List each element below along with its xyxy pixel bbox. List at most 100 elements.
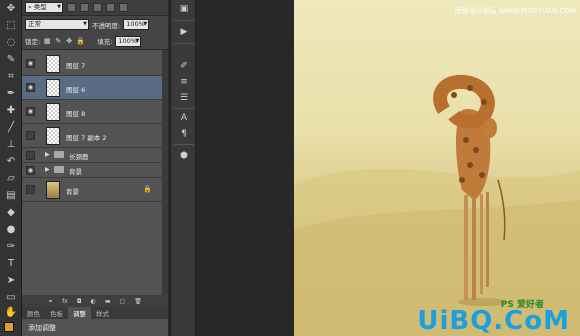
group-name: 背景 bbox=[69, 168, 82, 176]
layer-name: 图层 7 副本 2 bbox=[66, 134, 107, 142]
layer-row[interactable]: ◉ 图层 8 bbox=[22, 100, 162, 124]
desert-scene-image bbox=[294, 74, 580, 336]
gradient-tool-icon[interactable]: ▤ bbox=[3, 189, 19, 203]
layer-thumbnail bbox=[46, 103, 60, 121]
actions-panel-icon[interactable]: ▶ bbox=[178, 26, 190, 38]
type-tool-icon[interactable]: T bbox=[3, 257, 19, 271]
link-layers-icon[interactable]: ⚭ bbox=[48, 298, 53, 305]
brush-panel-icon[interactable]: ✐ bbox=[178, 60, 190, 72]
tab-styles[interactable]: 样式 bbox=[91, 307, 114, 319]
character-panel-icon[interactable]: A bbox=[178, 112, 190, 124]
layer-row[interactable]: 图层 7 副本 2 bbox=[22, 124, 162, 148]
group-row[interactable]: ◉ ▶ 背景 bbox=[22, 163, 162, 178]
chevron-down-icon: ▼ bbox=[83, 21, 87, 27]
visibility-eye-icon[interactable]: ◉ bbox=[26, 107, 35, 116]
opacity-field[interactable]: 100% ▼ bbox=[123, 19, 150, 30]
healing-tool-icon[interactable]: ✚ bbox=[3, 104, 19, 118]
layer-filter-row: ⌕ 类型 ▼ bbox=[22, 0, 168, 16]
chevron-down-icon: ▼ bbox=[135, 37, 140, 44]
layer-row-selected[interactable]: ◉ 图层 6 bbox=[22, 76, 162, 100]
paragraph-panel-icon[interactable]: ¶ bbox=[178, 128, 190, 140]
kind-filter-dropdown[interactable]: ⌕ 类型 ▼ bbox=[25, 2, 63, 13]
lock-transparent-icon[interactable]: ▦ bbox=[43, 37, 51, 45]
history-brush-tool-icon[interactable]: ↶ bbox=[3, 155, 19, 169]
watermark-text: 思缘设计论坛 WWW.MISSYUAN.COM bbox=[454, 7, 577, 15]
fx-icon[interactable]: fx bbox=[62, 298, 68, 305]
stamp-tool-icon[interactable]: ⊥ bbox=[3, 138, 19, 152]
lock-position-icon[interactable]: ✥ bbox=[65, 37, 73, 45]
group-row[interactable]: ▶ 长颈鹿 bbox=[22, 148, 162, 163]
tab-swatches[interactable]: 色板 bbox=[45, 307, 68, 319]
adjustment-layer-icon[interactable]: ◐ bbox=[91, 298, 96, 305]
document-canvas[interactable]: 思缘设计论坛 WWW.MISSYUAN.COM UiBQ.CoM PS 爱好者 bbox=[294, 0, 580, 336]
blend-mode-dropdown[interactable]: 正常 ▼ bbox=[25, 19, 89, 30]
folder-icon bbox=[54, 166, 64, 173]
chevron-down-icon: ▼ bbox=[57, 4, 61, 10]
history-panel-icon[interactable]: ▣ bbox=[178, 3, 190, 15]
folder-icon bbox=[54, 151, 64, 158]
divider bbox=[174, 20, 194, 21]
path-select-tool-icon[interactable]: ➤ bbox=[3, 274, 19, 288]
layers-scrollbar[interactable] bbox=[162, 50, 168, 295]
site-logo: UiBQ.CoM bbox=[417, 306, 570, 336]
crop-tool-icon[interactable]: ⌗ bbox=[3, 70, 19, 84]
filter-type-icon[interactable] bbox=[93, 3, 102, 12]
layers-footer: ⚭ fx ◘ ◐ ▬ ▢ 🗑 bbox=[22, 295, 168, 307]
visibility-toggle-empty[interactable] bbox=[26, 131, 35, 140]
brush-tool-icon[interactable]: ╱ bbox=[3, 121, 19, 135]
fill-field[interactable]: 100% ▼ bbox=[115, 35, 142, 47]
quick-select-tool-icon[interactable]: ✎ bbox=[3, 53, 19, 67]
add-mask-icon[interactable]: ◘ bbox=[77, 298, 82, 305]
filter-smart-icon[interactable] bbox=[119, 3, 128, 12]
workspace-gap bbox=[197, 0, 294, 336]
visibility-toggle-empty[interactable] bbox=[26, 185, 35, 194]
pen-tool-icon[interactable]: ✑ bbox=[3, 240, 19, 254]
tools-toolbar: ✥ ⬚ ◌ ✎ ⌗ ✒ ✚ ╱ ⊥ ↶ ▱ ▤ ◆ ● ✑ T ➤ ▭ ✋ bbox=[0, 0, 22, 336]
3d-panel-icon[interactable]: ⬢ bbox=[178, 150, 190, 162]
divider bbox=[174, 108, 194, 109]
filter-adjust-icon[interactable] bbox=[80, 3, 89, 12]
marquee-tool-icon[interactable]: ⬚ bbox=[3, 19, 19, 33]
lock-label: 锁定: bbox=[25, 38, 41, 46]
eyedropper-tool-icon[interactable]: ✒ bbox=[3, 87, 19, 101]
new-layer-icon[interactable]: ▢ bbox=[120, 298, 126, 305]
lasso-tool-icon[interactable]: ◌ bbox=[3, 36, 19, 50]
adjust-panel-icon[interactable]: ≡ bbox=[178, 76, 190, 88]
divider bbox=[174, 43, 194, 44]
layer-name: 图层 6 bbox=[66, 86, 86, 94]
add-adjustment-label: 添加调整 bbox=[22, 319, 168, 336]
visibility-eye-icon[interactable]: ◉ bbox=[26, 83, 35, 92]
tab-color[interactable]: 颜色 bbox=[22, 307, 45, 319]
layer-thumbnail bbox=[46, 181, 60, 199]
layer-row[interactable]: ◉ 图层 7 bbox=[22, 52, 162, 76]
hand-tool-icon[interactable]: ✋ bbox=[3, 306, 19, 320]
tab-adjustments[interactable]: 调整 bbox=[68, 307, 91, 319]
eraser-tool-icon[interactable]: ▱ bbox=[3, 172, 19, 186]
new-group-icon[interactable]: ▬ bbox=[105, 298, 111, 305]
info-panel-icon[interactable]: ☰ bbox=[178, 92, 190, 104]
lock-icon: 🔒 bbox=[143, 185, 152, 193]
group-name: 长颈鹿 bbox=[69, 153, 89, 161]
layer-name: 图层 7 bbox=[66, 62, 86, 70]
panel-tabs: 颜色 色板 调整 样式 bbox=[22, 307, 168, 319]
lock-all-icon[interactable]: 🔒 bbox=[76, 37, 85, 45]
expand-triangle-icon[interactable]: ▶ bbox=[45, 151, 50, 158]
blur-tool-icon[interactable]: ◆ bbox=[3, 206, 19, 220]
layers-panel: ⌕ 类型 ▼ 正常 ▼ 不透明度: 100% ▼ 锁定: ▦ ✎ ✥ 🔒 填充:… bbox=[22, 0, 168, 336]
trash-icon[interactable]: 🗑 bbox=[134, 298, 142, 305]
shape-tool-icon[interactable]: ▭ bbox=[3, 291, 19, 305]
foreground-color-swatch[interactable] bbox=[4, 322, 14, 332]
move-tool-icon[interactable]: ✥ bbox=[3, 2, 19, 16]
dodge-tool-icon[interactable]: ● bbox=[3, 223, 19, 237]
visibility-eye-icon[interactable]: ◉ bbox=[26, 166, 35, 175]
background-layer-row[interactable]: 背景 🔒 bbox=[22, 178, 162, 202]
panel-dock: ▣ ▶ ✐ ≡ ☰ A ¶ ⬢ bbox=[170, 0, 196, 336]
filter-pixel-icon[interactable] bbox=[67, 3, 76, 12]
lock-pixels-icon[interactable]: ✎ bbox=[54, 37, 62, 45]
visibility-toggle-empty[interactable] bbox=[26, 151, 35, 160]
visibility-eye-icon[interactable]: ◉ bbox=[26, 59, 35, 68]
search-icon: ⌕ bbox=[28, 3, 32, 11]
expand-triangle-icon[interactable]: ▶ bbox=[45, 166, 50, 173]
fill-label: 填充: bbox=[97, 38, 113, 46]
filter-shape-icon[interactable] bbox=[106, 3, 115, 12]
